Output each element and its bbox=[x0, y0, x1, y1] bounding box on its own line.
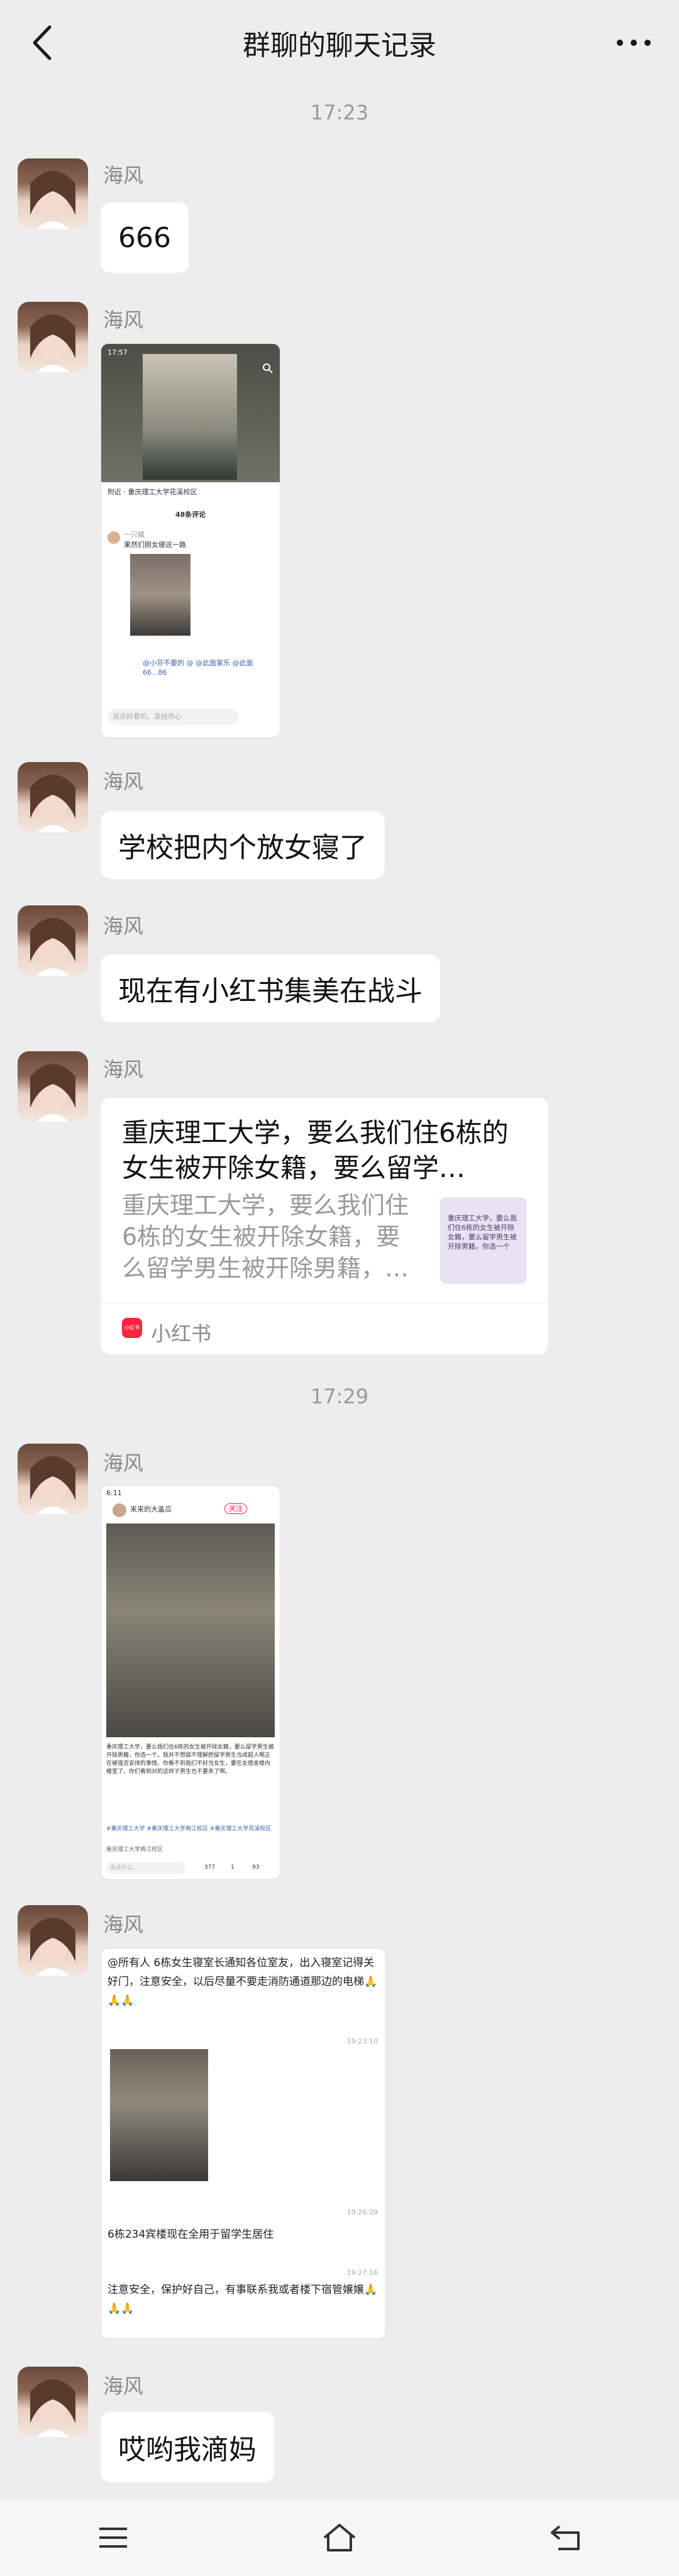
comment-input: 说点好看的，发给热心 bbox=[108, 709, 238, 725]
sender-name: 海风 bbox=[103, 308, 144, 332]
avatar[interactable] bbox=[18, 158, 88, 229]
follow-button: 关注 bbox=[224, 1503, 247, 1514]
author-avatar bbox=[113, 1503, 126, 1517]
sender-name: 海风 bbox=[103, 1913, 144, 1937]
notice-time: 19:27:16 bbox=[346, 2269, 378, 2277]
status-time: 6:11 bbox=[106, 1489, 122, 1497]
home-icon bbox=[323, 2524, 356, 2551]
menu-icon bbox=[99, 2528, 127, 2548]
comment-image bbox=[130, 554, 190, 636]
xiaohongshu-logo: 小红书 bbox=[122, 1318, 142, 1338]
return-icon bbox=[551, 2525, 580, 2550]
link-title: 重庆理工大学，要么我们住6栋的女生被开除女籍，要么留学… bbox=[122, 1117, 509, 1183]
comment-count: 93 bbox=[252, 1864, 260, 1871]
post-tags: #重庆理工大学 #重庆理工大学两江校区 #重庆理工大学花溪校区 bbox=[106, 1826, 272, 1832]
avatar[interactable] bbox=[18, 905, 88, 976]
avatar[interactable] bbox=[18, 762, 88, 832]
image-message-screenshot[interactable]: 6:11 来来的大盖瓜 关注 重庆理工大学，要么我们住6栋的女生被开除女籍，要么… bbox=[101, 1485, 280, 1880]
message-bubble[interactable]: 学校把内个放女寝了 bbox=[101, 811, 385, 879]
notice-time: 19:26:29 bbox=[346, 2208, 378, 2216]
return-button[interactable] bbox=[528, 2512, 604, 2563]
image-message-screenshot[interactable]: @所有人 6栋女生寝室长通知各位室友，出入寝室记得关好门，注意安全，以后尽量不要… bbox=[101, 1948, 386, 2339]
avatar[interactable] bbox=[18, 1051, 88, 1122]
notice-time: 19:23:10 bbox=[346, 2037, 378, 2045]
notice-text: 注意安全，保护好自己，有事联系我或者楼下宿管嬢嬢🙏🙏🙏 bbox=[108, 2284, 378, 2315]
avatar[interactable] bbox=[18, 1444, 88, 1514]
search-icon bbox=[263, 363, 273, 373]
avatar[interactable] bbox=[18, 2367, 88, 2437]
menu-button[interactable] bbox=[75, 2512, 151, 2563]
more-button[interactable] bbox=[611, 25, 656, 60]
timestamp: 17:29 bbox=[310, 1385, 369, 1408]
home-button[interactable] bbox=[302, 2512, 377, 2563]
link-card[interactable]: 重庆理工大学，要么我们住6栋的女生被开除女籍，要么留学… 重庆理工大学，要么我们… bbox=[101, 1098, 548, 1354]
comment-input: 说点什么... bbox=[106, 1862, 185, 1874]
back-arrow-icon bbox=[33, 25, 52, 60]
image-message-screenshot[interactable]: 17:57 附近 · 重庆理工大学花溪校区 48条评论 一只橘 果然们刚女寝这一… bbox=[101, 343, 280, 738]
link-thumbnail: 重庆理工大学，要么我们住6栋的女生被开除女籍，要么留学男生被开除男籍，你选一个 bbox=[440, 1197, 527, 1284]
comment-user: 一只橘 bbox=[124, 531, 145, 539]
comment-text: 果然们刚女寝这一路 bbox=[124, 541, 186, 549]
message-bubble[interactable]: 哎哟我滴妈 bbox=[101, 2412, 274, 2482]
post-location: 重庆理工大学两江校区 bbox=[106, 1847, 163, 1853]
timestamp: 17:23 bbox=[310, 101, 369, 124]
location-text: 附近 · 重庆理工大学花溪校区 bbox=[108, 488, 197, 496]
notice-text: 6栋234宾楼现在全用于留学生居住 bbox=[108, 2228, 274, 2241]
sender-name: 海风 bbox=[103, 914, 144, 938]
comments-header: 48条评论 bbox=[175, 511, 206, 519]
video-frame bbox=[143, 354, 237, 480]
notice-photo bbox=[110, 2049, 208, 2181]
post-body: 重庆理工大学，要么我们住6栋的女生被开除女籍，要么留学男生被开除男籍，你选一个。… bbox=[106, 1744, 274, 1775]
system-nav-bar bbox=[0, 2499, 679, 2576]
author-name: 来来的大盖瓜 bbox=[130, 1505, 172, 1513]
avatar[interactable] bbox=[18, 1905, 88, 1976]
commenter-avatar bbox=[108, 531, 120, 544]
notice-text: @所有人 6栋女生寝室长通知各位室友，出入寝室记得关好门，注意安全，以后尽量不要… bbox=[108, 1957, 378, 2007]
sender-name: 海风 bbox=[103, 2374, 144, 2398]
avatar[interactable] bbox=[18, 302, 88, 372]
star-count: 1 bbox=[231, 1864, 235, 1871]
sender-name: 海风 bbox=[103, 770, 144, 793]
link-source: 小红书 bbox=[151, 1322, 212, 1346]
more-dots-icon bbox=[617, 40, 651, 46]
status-time: 17:57 bbox=[108, 348, 128, 357]
link-description: 重庆理工大学，要么我们住6栋的女生被开除女籍，要么留学男生被开除男籍，… bbox=[122, 1191, 409, 1282]
video-thumbnail: 17:57 bbox=[101, 344, 280, 482]
message-bubble[interactable]: 666 bbox=[101, 202, 189, 273]
sender-name: 海风 bbox=[103, 1451, 144, 1475]
post-photo bbox=[106, 1523, 275, 1737]
sender-name: 海风 bbox=[103, 163, 144, 187]
back-button[interactable] bbox=[23, 23, 60, 63]
page-title: 群聊的聊天记录 bbox=[243, 30, 436, 62]
like-count: 377 bbox=[204, 1864, 216, 1871]
message-bubble[interactable]: 现在有小红书集美在战斗 bbox=[101, 954, 440, 1022]
sender-name: 海风 bbox=[103, 1058, 144, 1081]
reply-text: @小芬不要的 @ @此面家乐 @此面 66...86 bbox=[143, 659, 253, 677]
title-bar: 群聊的聊天记录 bbox=[0, 0, 679, 86]
